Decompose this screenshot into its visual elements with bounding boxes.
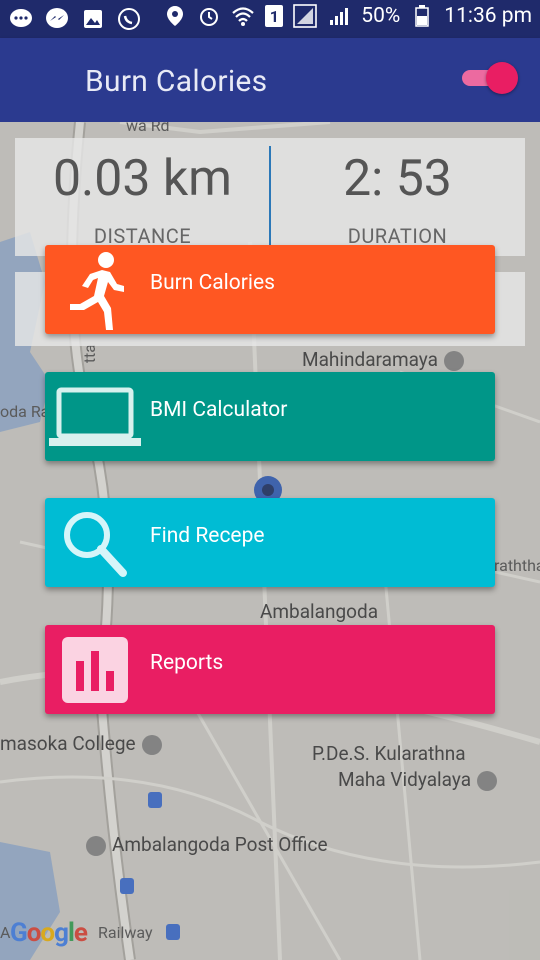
whatsapp-icon bbox=[116, 6, 142, 32]
page-title: Burn Calories bbox=[85, 64, 268, 99]
stats-card: 0.03 km DISTANCE 2: 53 DURATION bbox=[15, 138, 525, 256]
battery-icon bbox=[410, 4, 434, 28]
app-bar: Burn Calories bbox=[0, 38, 540, 122]
distance-value: 0.03 km bbox=[52, 150, 233, 208]
clock: 11:36 pm bbox=[444, 4, 532, 28]
signal-box-icon bbox=[293, 4, 318, 28]
messenger-icon bbox=[44, 6, 70, 32]
reports-label: Reports bbox=[150, 651, 224, 675]
cell-signal-icon bbox=[327, 4, 351, 28]
duration-value: 2: 53 bbox=[343, 150, 452, 208]
toggle-thumb bbox=[486, 62, 518, 94]
location-icon bbox=[163, 4, 187, 28]
laptop-icon bbox=[45, 372, 145, 461]
status-bar: 1 50% 11:36 pm bbox=[0, 0, 540, 38]
find-recipe-label: Find Recepe bbox=[150, 524, 265, 548]
chat-bubble-icon bbox=[8, 6, 34, 32]
image-icon bbox=[80, 6, 106, 32]
bar-chart-icon bbox=[45, 625, 145, 714]
burn-calories-button[interactable]: Burn Calories bbox=[45, 245, 495, 334]
running-person-icon bbox=[45, 245, 145, 334]
reports-button[interactable]: Reports bbox=[45, 625, 495, 714]
tracking-toggle[interactable] bbox=[462, 62, 518, 94]
battery-percent: 50% bbox=[361, 4, 401, 28]
burn-calories-label: Burn Calories bbox=[150, 271, 275, 295]
wifi-icon bbox=[231, 4, 255, 28]
bmi-calculator-button[interactable]: BMI Calculator bbox=[45, 372, 495, 461]
sim-slot-icon: 1 bbox=[265, 5, 284, 27]
search-icon bbox=[45, 498, 145, 587]
find-recipe-button[interactable]: Find Recepe bbox=[45, 498, 495, 587]
alarm-icon bbox=[197, 4, 221, 28]
bmi-calculator-label: BMI Calculator bbox=[150, 398, 288, 422]
